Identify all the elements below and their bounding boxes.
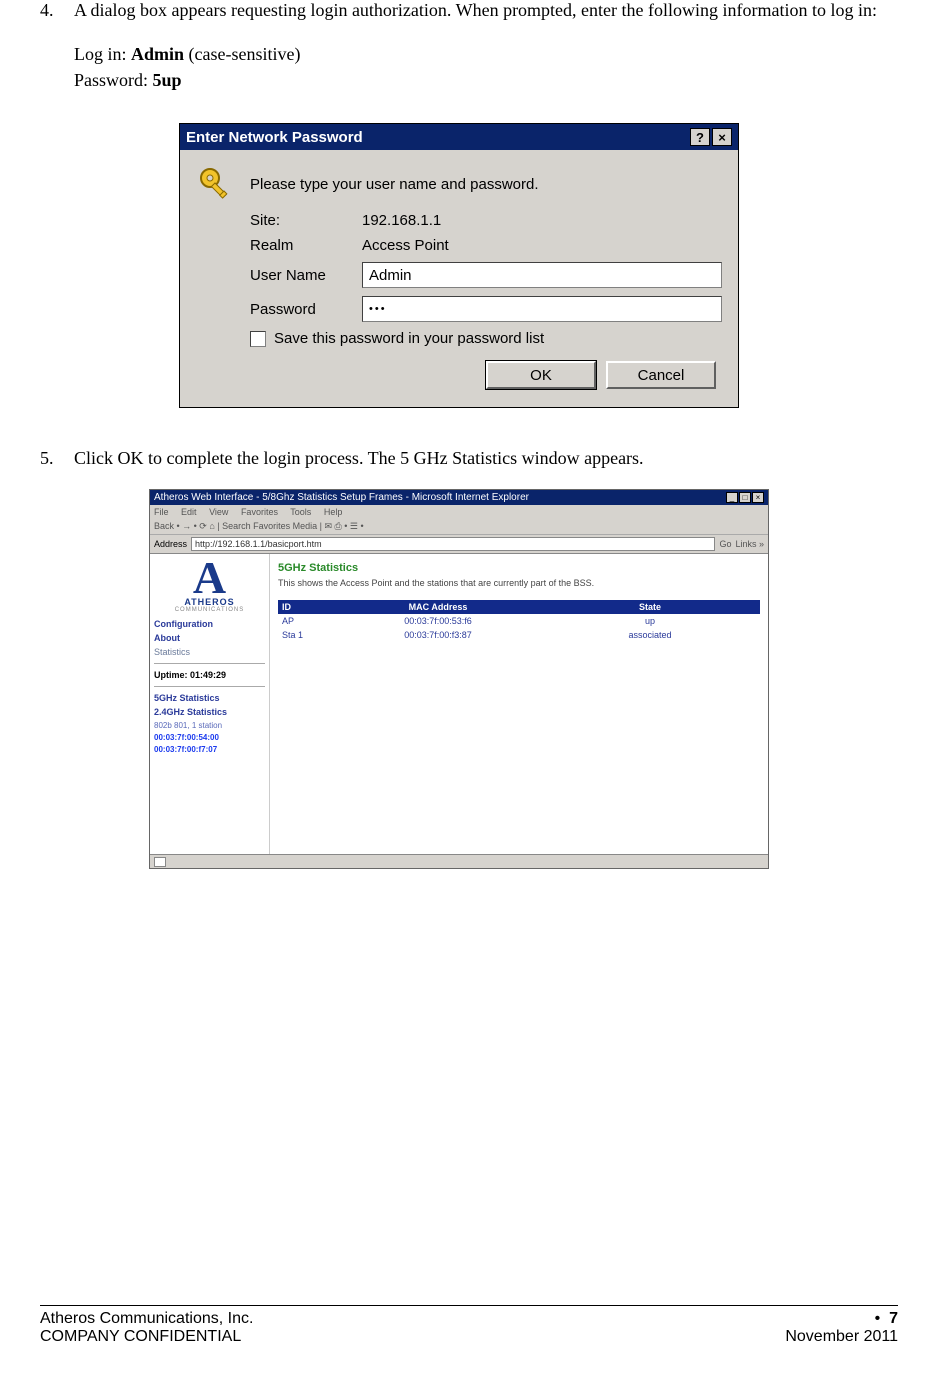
logo-a-icon: A: [154, 560, 265, 597]
table-header: ID MAC Address State: [278, 600, 760, 614]
main-description: This shows the Access Point and the stat…: [278, 578, 760, 590]
browser-figure: Atheros Web Interface - 5/8Ghz Statistic…: [40, 489, 878, 872]
sidebar-statistics[interactable]: Statistics: [154, 647, 265, 657]
th-id: ID: [282, 602, 332, 612]
menu-help[interactable]: Help: [324, 507, 343, 517]
step-4-number: 4.: [40, 0, 74, 21]
dialog-prompt: Please type your user name and password.: [250, 176, 722, 193]
menu-favorites[interactable]: Favorites: [241, 507, 278, 517]
minimize-icon[interactable]: _: [726, 492, 738, 503]
cell-state: up: [544, 616, 756, 626]
cell-mac[interactable]: 00:03:7f:00:f3:87: [332, 630, 544, 640]
cell-state: associated: [544, 630, 756, 640]
login-label: Log in:: [74, 44, 131, 64]
logo-sub: COMMUNICATIONS: [154, 607, 265, 613]
step-5-text: Click OK to complete the login process. …: [74, 448, 878, 469]
password-input[interactable]: [362, 296, 722, 322]
realm-label: Realm: [250, 237, 362, 254]
menu-file[interactable]: File: [154, 507, 169, 517]
menu-edit[interactable]: Edit: [181, 507, 197, 517]
close-button[interactable]: ×: [712, 128, 732, 146]
site-label: Site:: [250, 212, 362, 229]
menu-tools[interactable]: Tools: [290, 507, 311, 517]
save-password-label: Save this password in your password list: [274, 330, 544, 347]
menu-view[interactable]: View: [209, 507, 228, 517]
logo-brand: ATHEROS: [154, 597, 265, 607]
main-content: 5GHz Statistics This shows the Access Po…: [270, 554, 768, 854]
url-input[interactable]: http://192.168.1.1/basicport.htm: [191, 537, 715, 551]
dialog-title: Enter Network Password: [186, 129, 363, 146]
page-footer: Atheros Communications, Inc. COMPANY CON…: [40, 1305, 898, 1346]
sidebar-uptime: Uptime: 01:49:29: [154, 670, 265, 680]
cell-mac[interactable]: 00:03:7f:00:53:f6: [332, 616, 544, 626]
sidebar-item-2[interactable]: 00:03:7f:00:54:00: [154, 733, 265, 742]
ok-button[interactable]: OK: [486, 361, 596, 389]
cell-id: AP: [282, 616, 332, 626]
th-state: State: [544, 602, 756, 612]
atheros-logo: A ATHEROS COMMUNICATIONS: [154, 560, 265, 613]
browser-title: Atheros Web Interface - 5/8Ghz Statistic…: [154, 492, 529, 503]
login-credentials: Log in: Admin (case-sensitive) Password:…: [74, 41, 878, 93]
th-mac: MAC Address: [332, 602, 544, 612]
sidebar-item-1[interactable]: 802b 801, 1 station: [154, 721, 265, 730]
realm-value: Access Point: [362, 237, 722, 254]
login-value: Admin: [131, 44, 184, 64]
go-button[interactable]: Go: [719, 539, 731, 549]
links-button[interactable]: Links »: [735, 539, 764, 549]
address-bar: Address http://192.168.1.1/basicport.htm…: [150, 535, 768, 554]
password-label: Password:: [74, 70, 153, 90]
table-row: AP 00:03:7f:00:53:f6 up: [278, 614, 760, 628]
save-password-checkbox[interactable]: [250, 331, 266, 347]
footer-company: Atheros Communications, Inc.: [40, 1310, 253, 1328]
username-input[interactable]: [362, 262, 722, 288]
close-icon[interactable]: ×: [752, 492, 764, 503]
username-label: User Name: [250, 267, 362, 284]
browser-titlebar: Atheros Web Interface - 5/8Ghz Statistic…: [150, 490, 768, 505]
sidebar-5ghz[interactable]: 5GHz Statistics: [154, 693, 265, 703]
browser-toolbar[interactable]: Back • → • ⟳ ⌂ | Search Favorites Media …: [150, 519, 768, 535]
status-bar: [150, 854, 768, 868]
status-icon: [154, 857, 166, 867]
sidebar-about[interactable]: About: [154, 633, 265, 643]
address-label: Address: [154, 539, 187, 549]
help-button[interactable]: ?: [690, 128, 710, 146]
step-4: 4. A dialog box appears requesting login…: [40, 0, 878, 21]
sidebar-item-3[interactable]: 00:03:7f:00:f7:07: [154, 745, 265, 754]
footer-bullet: •: [875, 1310, 881, 1327]
login-suffix: (case-sensitive): [184, 44, 300, 64]
table-row: Sta 1 00:03:7f:00:f3:87 associated: [278, 628, 760, 642]
sidebar-24ghz[interactable]: 2.4GHz Statistics: [154, 707, 265, 717]
key-icon: [196, 164, 236, 204]
footer-page: 7: [889, 1310, 898, 1327]
sidebar-configuration[interactable]: Configuration: [154, 619, 265, 629]
footer-confidential: COMPANY CONFIDENTIAL: [40, 1328, 253, 1346]
sidebar: A ATHEROS COMMUNICATIONS Configuration A…: [150, 554, 270, 854]
site-value: 192.168.1.1: [362, 212, 722, 229]
step-5: 5. Click OK to complete the login proces…: [40, 448, 878, 469]
browser-window: Atheros Web Interface - 5/8Ghz Statistic…: [149, 489, 769, 869]
cell-id: Sta 1: [282, 630, 332, 640]
cancel-button[interactable]: Cancel: [606, 361, 716, 389]
stats-table: ID MAC Address State AP 00:03:7f:00:53:f…: [278, 600, 760, 642]
browser-menu[interactable]: File Edit View Favorites Tools Help: [150, 505, 768, 519]
dialog-titlebar: Enter Network Password ? ×: [180, 124, 738, 150]
dialog-figure: Enter Network Password ? × Please type y…: [40, 123, 878, 408]
network-password-dialog: Enter Network Password ? × Please type y…: [179, 123, 739, 408]
main-title: 5GHz Statistics: [278, 562, 760, 574]
password-value: 5up: [153, 70, 182, 90]
step-4-text: A dialog box appears requesting login au…: [74, 0, 878, 21]
maximize-icon[interactable]: □: [739, 492, 751, 503]
step-5-number: 5.: [40, 448, 74, 469]
password-field-label: Password: [250, 301, 362, 318]
footer-date: November 2011: [785, 1328, 898, 1346]
